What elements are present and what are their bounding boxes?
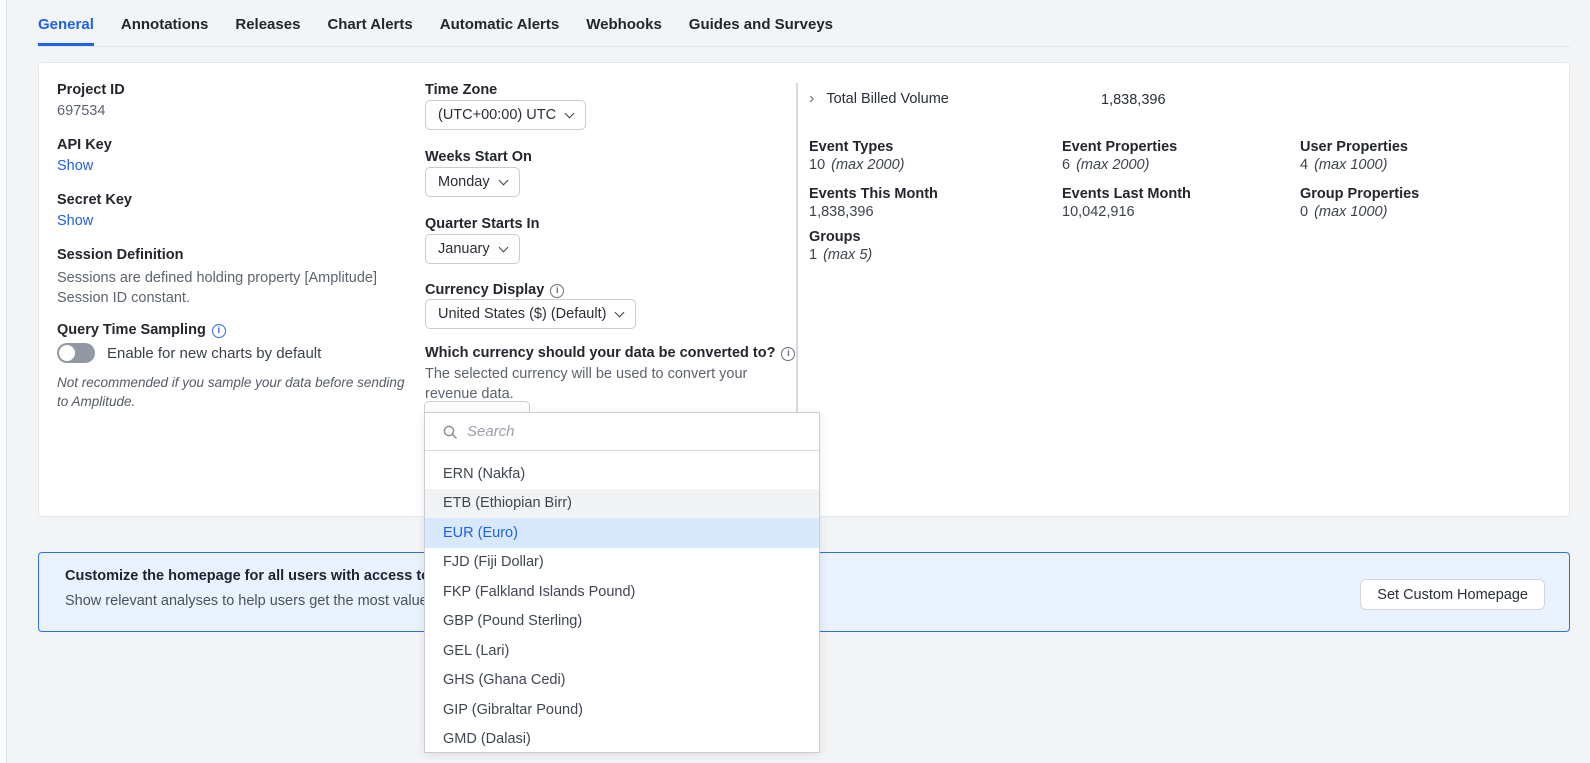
stat-value: 1 (max 5)	[809, 247, 872, 263]
stat-value: 10 (max 2000)	[809, 157, 904, 173]
collapsed-sidebar-edge	[0, 0, 7, 763]
set-custom-homepage-button[interactable]: Set Custom Homepage	[1360, 579, 1545, 610]
project-id-value: 697534	[57, 103, 105, 119]
api-key-label: API Key	[57, 137, 112, 153]
currency-search-input[interactable]	[467, 413, 819, 450]
query-time-sampling-toggle-label: Enable for new charts by default	[107, 345, 321, 362]
currency-convert-label-row: Which currency should your data be conve…	[425, 344, 795, 362]
stat-label: User Properties	[1300, 139, 1408, 155]
banner-title: Customize the homepage for all users wit…	[65, 568, 460, 584]
currency-convert-description: The selected currency will be used to co…	[425, 364, 793, 404]
stat-value: 10,042,916	[1062, 204, 1141, 220]
chevron-right-icon: ›	[809, 90, 814, 108]
query-time-sampling-label-row: Query Time Sampling i	[57, 321, 226, 339]
currency-option[interactable]: EUR (Euro)	[425, 518, 819, 548]
stat-number: 1,838,396	[809, 204, 874, 220]
query-time-sampling-toggle[interactable]	[57, 343, 95, 363]
chevron-down-icon	[565, 108, 575, 118]
currency-display-label-row: Currency Display i	[425, 281, 564, 299]
currency-display-select[interactable]: United States ($) (Default)	[425, 299, 636, 329]
toggle-knob	[59, 345, 75, 361]
info-icon[interactable]: i	[781, 347, 795, 361]
tab-automatic-alerts[interactable]: Automatic Alerts	[440, 4, 559, 46]
search-icon	[443, 425, 457, 439]
currency-display-label: Currency Display	[425, 282, 544, 298]
stat-max: (max 2000)	[1076, 157, 1149, 173]
currency-search-row	[425, 413, 819, 451]
session-definition-description: Sessions are defined holding property [A…	[57, 268, 425, 308]
settings-tab-bar: General Annotations Releases Chart Alert…	[38, 0, 1570, 47]
secret-key-label: Secret Key	[57, 192, 132, 208]
time-zone-label: Time Zone	[425, 82, 497, 98]
weeks-start-on-label: Weeks Start On	[425, 149, 532, 165]
quarter-starts-in-value: January	[438, 241, 490, 257]
query-time-sampling-label: Query Time Sampling	[57, 322, 206, 338]
stat-label: Group Properties	[1300, 186, 1419, 202]
api-key-show-link[interactable]: Show	[57, 158, 93, 174]
time-zone-value: (UTC+00:00) UTC	[438, 107, 556, 123]
currency-option[interactable]: ERN (Nakfa)	[425, 459, 819, 489]
total-billed-volume-label: Total Billed Volume	[826, 91, 949, 107]
weeks-start-on-select[interactable]: Monday	[425, 167, 520, 197]
currency-option[interactable]: FKP (Falkland Islands Pound)	[425, 577, 819, 607]
weeks-start-on-value: Monday	[438, 174, 490, 190]
session-definition-label: Session Definition	[57, 247, 184, 263]
stat-number: 0	[1300, 204, 1308, 220]
currency-option[interactable]: GMD (Dalasi)	[425, 725, 819, 754]
currency-option[interactable]: GHS (Ghana Cedi)	[425, 666, 819, 696]
tab-webhooks[interactable]: Webhooks	[586, 4, 662, 46]
currency-convert-label: Which currency should your data be conve…	[425, 345, 775, 361]
secret-key-show-link[interactable]: Show	[57, 213, 93, 229]
tab-chart-alerts[interactable]: Chart Alerts	[327, 4, 412, 46]
stat-label: Event Types	[809, 139, 893, 155]
total-billed-volume-row[interactable]: › Total Billed Volume	[809, 90, 949, 108]
banner-subtitle: Show relevant analyses to help users get…	[65, 593, 448, 609]
stat-number: 4	[1300, 157, 1308, 173]
stat-max: (max 1000)	[1314, 157, 1387, 173]
tab-guides-and-surveys[interactable]: Guides and Surveys	[689, 4, 833, 46]
query-time-sampling-toggle-row: Enable for new charts by default	[57, 343, 321, 363]
chevron-down-icon	[615, 307, 625, 317]
quarter-starts-in-select[interactable]: January	[425, 234, 520, 264]
stat-number: 6	[1062, 157, 1070, 173]
stat-label: Events Last Month	[1062, 186, 1191, 202]
stat-max: (max 2000)	[831, 157, 904, 173]
stat-label: Event Properties	[1062, 139, 1177, 155]
currency-dropdown: ERN (Nakfa) ETB (Ethiopian Birr) EUR (Eu…	[424, 412, 820, 753]
currency-option[interactable]: ETB (Ethiopian Birr)	[425, 489, 819, 519]
project-id-label: Project ID	[57, 82, 125, 98]
stat-value: 6 (max 2000)	[1062, 157, 1149, 173]
stat-max: (max 5)	[823, 247, 872, 263]
tab-releases[interactable]: Releases	[235, 4, 300, 46]
stat-label: Groups	[809, 229, 861, 245]
currency-display-value: United States ($) (Default)	[438, 306, 606, 322]
currency-option[interactable]: FJD (Fiji Dollar)	[425, 548, 819, 578]
currency-option[interactable]: GIP (Gibraltar Pound)	[425, 695, 819, 725]
stat-label: Events This Month	[809, 186, 938, 202]
tab-general[interactable]: General	[38, 4, 94, 46]
info-icon[interactable]: i	[550, 284, 564, 298]
currency-option-list: ERN (Nakfa) ETB (Ethiopian Birr) EUR (Eu…	[425, 451, 819, 753]
info-icon[interactable]: i	[212, 324, 226, 338]
project-settings-page: { "tabs": ["General", "Annotations", "Re…	[0, 0, 1590, 763]
stat-value: 4 (max 1000)	[1300, 157, 1387, 173]
time-zone-select[interactable]: (UTC+00:00) UTC	[425, 100, 586, 130]
chevron-down-icon	[498, 175, 508, 185]
query-time-sampling-note: Not recommended if you sample your data …	[57, 373, 409, 411]
stat-max: (max 1000)	[1314, 204, 1387, 220]
quarter-starts-in-label: Quarter Starts In	[425, 216, 539, 232]
stat-number: 1	[809, 247, 817, 263]
stat-value: 0 (max 1000)	[1300, 204, 1387, 220]
currency-option[interactable]: GBP (Pound Sterling)	[425, 607, 819, 637]
tab-annotations[interactable]: Annotations	[121, 4, 209, 46]
chevron-down-icon	[498, 242, 508, 252]
currency-option[interactable]: GEL (Lari)	[425, 636, 819, 666]
stat-value: 1,838,396	[809, 204, 880, 220]
stat-number: 10,042,916	[1062, 204, 1135, 220]
stat-number: 10	[809, 157, 825, 173]
total-billed-volume-value: 1,838,396	[1101, 92, 1166, 108]
